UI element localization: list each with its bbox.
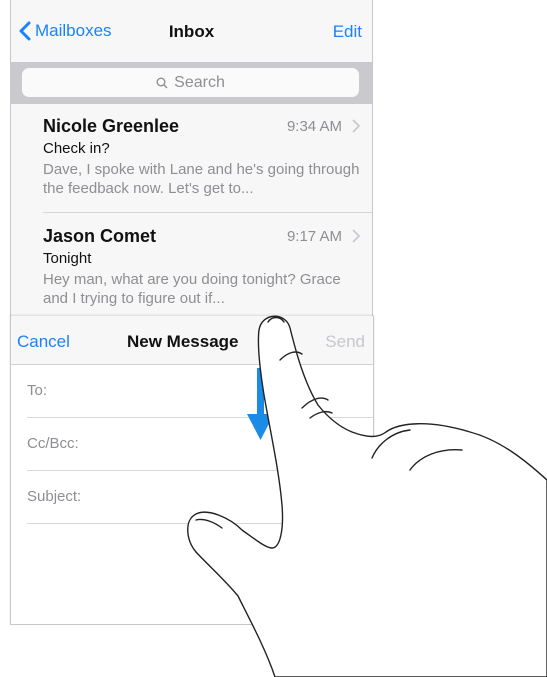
cc-bcc-field[interactable]: Cc/Bcc: bbox=[27, 418, 373, 471]
message-subject: Check in? bbox=[43, 140, 110, 157]
list-item[interactable]: Nicole Greenlee 9:34 AM Check in? Dave, … bbox=[11, 104, 372, 208]
to-field-label: To: bbox=[27, 382, 48, 399]
inbox-title: Inbox bbox=[168, 22, 215, 41]
cancel-button[interactable]: Cancel bbox=[17, 332, 70, 352]
search-input[interactable]: Search bbox=[22, 68, 359, 97]
subject-field-label: Subject: bbox=[27, 488, 82, 505]
message-preview: Hey man, what are you doing tonight? Gra… bbox=[43, 271, 341, 307]
compose-navbar: Cancel New Message Send bbox=[11, 316, 373, 365]
list-item[interactable]: Jason Comet 9:17 AM Tonight Hey man, wha… bbox=[11, 214, 372, 318]
message-sender: Jason Comet bbox=[43, 226, 157, 246]
inbox-screen: Mailboxes Inbox Edit Search Nicole Green… bbox=[10, 0, 373, 320]
search-icon bbox=[156, 77, 168, 88]
search-placeholder: Search bbox=[174, 73, 225, 91]
send-button[interactable]: Send bbox=[325, 332, 365, 352]
search-bar-container: Search bbox=[11, 62, 372, 104]
chevron-right-icon bbox=[352, 229, 360, 243]
subject-field[interactable]: Subject: bbox=[27, 471, 373, 524]
message-time: 9:17 AM bbox=[286, 228, 342, 245]
list-divider bbox=[43, 212, 372, 213]
edit-button[interactable]: Edit bbox=[333, 22, 362, 42]
message-time: 9:34 AM bbox=[286, 118, 342, 135]
message-preview: Dave, I spoke with Lane and he's going t… bbox=[43, 161, 360, 197]
compose-title: New Message bbox=[127, 332, 239, 351]
cc-bcc-field-label: Cc/Bcc: bbox=[27, 435, 79, 452]
message-sender: Nicole Greenlee bbox=[43, 116, 180, 136]
new-message-sheet[interactable]: Cancel New Message Send To: Cc/Bcc: Subj… bbox=[10, 316, 374, 625]
chevron-right-icon bbox=[352, 119, 360, 133]
inbox-navbar: Mailboxes Inbox Edit bbox=[11, 0, 372, 62]
message-subject: Tonight bbox=[43, 250, 92, 267]
to-field[interactable]: To: bbox=[27, 365, 373, 418]
